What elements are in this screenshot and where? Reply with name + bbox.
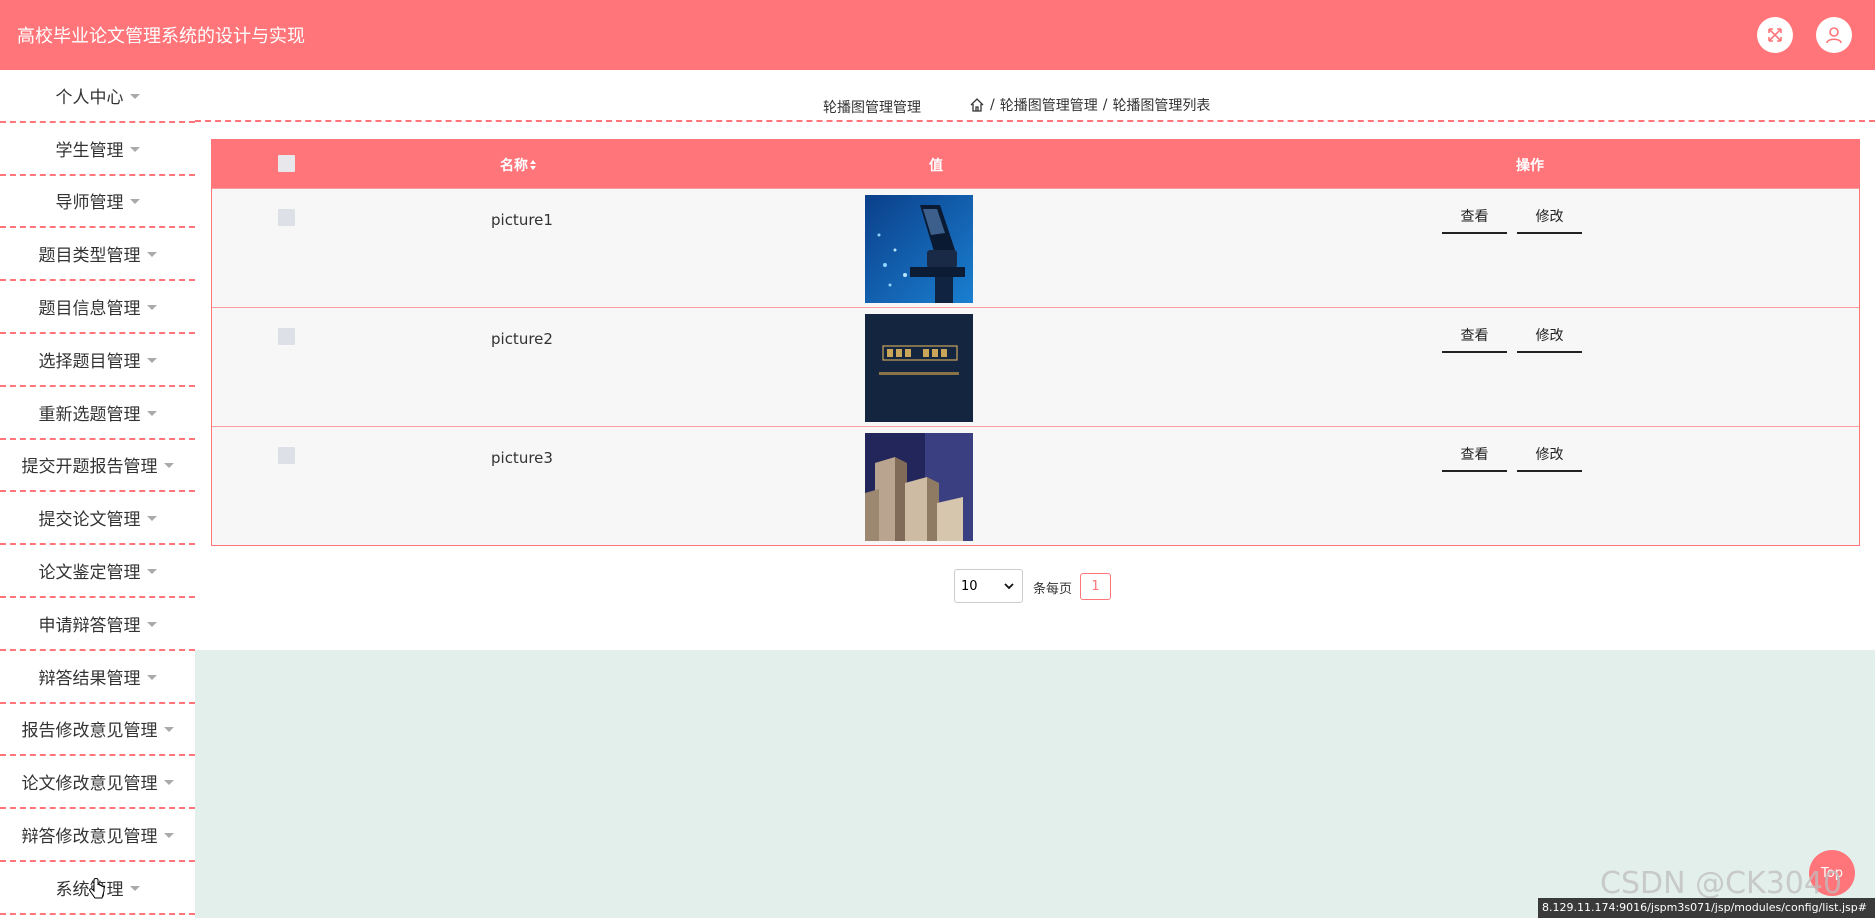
row-checkbox[interactable] [278, 209, 295, 226]
row-name: picture1 [491, 211, 553, 229]
caret-down-icon [163, 727, 174, 733]
sidebar-item-topic-types[interactable]: 题目类型管理 [0, 228, 195, 282]
row-image-bookshelves [865, 433, 973, 541]
sidebar-item-label: 题目类型管理 [38, 246, 141, 267]
view-button[interactable]: 查看 [1442, 442, 1507, 472]
sidebar-item-topic-info[interactable]: 题目信息管理 [0, 281, 195, 334]
table-row: picture2 查看 修改 [212, 307, 1859, 426]
column-header-value: 值 [929, 158, 943, 174]
caret-down-icon [146, 305, 157, 311]
page-title: 轮播图管理管理 [823, 100, 921, 116]
sort-icon[interactable] [529, 159, 537, 171]
view-button[interactable]: 查看 [1442, 204, 1507, 234]
sidebar-item-label: 学生管理 [55, 140, 124, 161]
pagination: 10 条每页 1 [195, 569, 1875, 603]
row-name: picture2 [491, 330, 553, 348]
sidebar-item-thesis-revision[interactable]: 论文修改意见管理 [0, 756, 195, 810]
breadcrumb: 轮播图管理管理 / 轮播图管理管理 / 轮播图管理列表 [195, 70, 1875, 122]
app-title: 高校毕业论文管理系统的设计与实现 [17, 26, 305, 47]
hand-cursor-icon [89, 878, 105, 899]
caret-down-icon [163, 833, 174, 839]
user-button[interactable] [1816, 17, 1852, 53]
sidebar-item-label: 导师管理 [55, 193, 124, 214]
sidebar-item-label: 辩答结果管理 [38, 668, 141, 689]
sidebar-item-label: 报告修改意见管理 [21, 721, 158, 742]
sidebar-item-defense-results[interactable]: 辩答结果管理 [0, 651, 195, 704]
page-size-value: 10 [961, 578, 978, 594]
caret-down-icon [146, 410, 157, 416]
table-row: picture1 查看 修改 [212, 188, 1859, 307]
page-size-select[interactable]: 10 [954, 569, 1023, 603]
sidebar-item-personal-center[interactable]: 个人中心 [0, 70, 195, 123]
page-number-button[interactable]: 1 [1080, 573, 1111, 600]
row-image-library-sign [865, 314, 973, 422]
sidebar-item-label: 论文修改意见管理 [21, 774, 158, 795]
sidebar-item-label: 论文鉴定管理 [38, 563, 141, 584]
view-button[interactable]: 查看 [1442, 323, 1507, 353]
table-header: 名称 值 操作 [212, 140, 1859, 188]
sidebar-item-submit-thesis[interactable]: 提交论文管理 [0, 492, 195, 546]
chevron-down-icon [1004, 583, 1014, 590]
sidebar-item-label: 提交开题报告管理 [21, 457, 158, 478]
sidebar-item-select-topic[interactable]: 选择题目管理 [0, 334, 195, 387]
caret-down-icon [146, 569, 157, 575]
caret-down-icon [129, 199, 140, 205]
fullscreen-expand-icon [1768, 28, 1782, 42]
edit-button[interactable]: 修改 [1517, 204, 1582, 234]
caret-down-icon [163, 463, 174, 469]
select-all-checkbox[interactable] [278, 155, 295, 172]
edit-button[interactable]: 修改 [1517, 442, 1582, 472]
caret-down-icon [129, 93, 140, 99]
sidebar-item-report-revision[interactable]: 报告修改意见管理 [0, 704, 195, 757]
status-bar-url: 8.129.11.174:9016/jspm3s071/jsp/modules/… [1538, 898, 1875, 918]
sidebar-item-proposal-report[interactable]: 提交开题报告管理 [0, 440, 195, 493]
data-table: 名称 值 操作 picture1 查看 修改 picture2 查看 修改 pi… [211, 139, 1860, 546]
row-checkbox[interactable] [278, 447, 295, 464]
sidebar-item-label: 重新选题管理 [38, 404, 141, 425]
caret-down-icon [146, 516, 157, 522]
breadcrumb-level2: 轮播图管理列表 [1112, 98, 1211, 114]
main-content: 轮播图管理管理 / 轮播图管理管理 / 轮播图管理列表 名称 值 操作 pict… [195, 70, 1875, 918]
breadcrumb-trail: / 轮播图管理管理 / 轮播图管理列表 [969, 95, 1210, 115]
row-name: picture3 [491, 449, 553, 467]
caret-down-icon [146, 621, 157, 627]
edit-button[interactable]: 修改 [1517, 323, 1582, 353]
caret-down-icon [129, 885, 140, 891]
table-row: picture3 查看 修改 [212, 426, 1859, 545]
sidebar: 个人中心 学生管理 导师管理 题目类型管理 题目信息管理 选择题目管理 重新选题… [0, 70, 195, 918]
sidebar-item-label: 申请辩答管理 [38, 615, 141, 636]
caret-down-icon [163, 780, 174, 786]
sidebar-item-defense-application[interactable]: 申请辩答管理 [0, 598, 195, 651]
breadcrumb-level1[interactable]: 轮播图管理管理 [1000, 95, 1098, 115]
sidebar-item-students[interactable]: 学生管理 [0, 123, 195, 176]
sidebar-item-label: 选择题目管理 [38, 351, 141, 372]
sidebar-item-label: 提交论文管理 [38, 510, 141, 531]
caret-down-icon [146, 674, 157, 680]
home-icon[interactable] [969, 97, 985, 113]
watermark: CSDN @CK3040 [1600, 866, 1843, 901]
caret-down-icon [129, 146, 140, 152]
column-header-actions: 操作 [1516, 158, 1544, 174]
caret-down-icon [146, 252, 157, 258]
breadcrumb-separator: / [990, 97, 995, 113]
row-image-microscope [865, 195, 973, 303]
sidebar-item-label: 题目信息管理 [38, 299, 141, 320]
sidebar-item-thesis-appraisal[interactable]: 论文鉴定管理 [0, 545, 195, 598]
per-page-label: 条每页 [1033, 582, 1073, 597]
row-checkbox[interactable] [278, 328, 295, 345]
breadcrumb-separator: / [1102, 97, 1108, 113]
column-header-name[interactable]: 名称 [500, 155, 537, 175]
top-header: 高校毕业论文管理系统的设计与实现 [0, 0, 1875, 70]
fullscreen-button[interactable] [1757, 17, 1793, 53]
sidebar-item-tutors[interactable]: 导师管理 [0, 176, 195, 229]
content-panel: 轮播图管理管理 / 轮播图管理管理 / 轮播图管理列表 名称 值 操作 pict… [195, 70, 1875, 650]
sidebar-item-label: 个人中心 [55, 87, 124, 108]
sidebar-item-label: 辩答修改意见管理 [21, 827, 158, 848]
sidebar-item-defense-revision[interactable]: 辩答修改意见管理 [0, 809, 195, 862]
user-icon [1826, 27, 1842, 44]
sidebar-item-reselect-topic[interactable]: 重新选题管理 [0, 387, 195, 440]
caret-down-icon [146, 357, 157, 363]
